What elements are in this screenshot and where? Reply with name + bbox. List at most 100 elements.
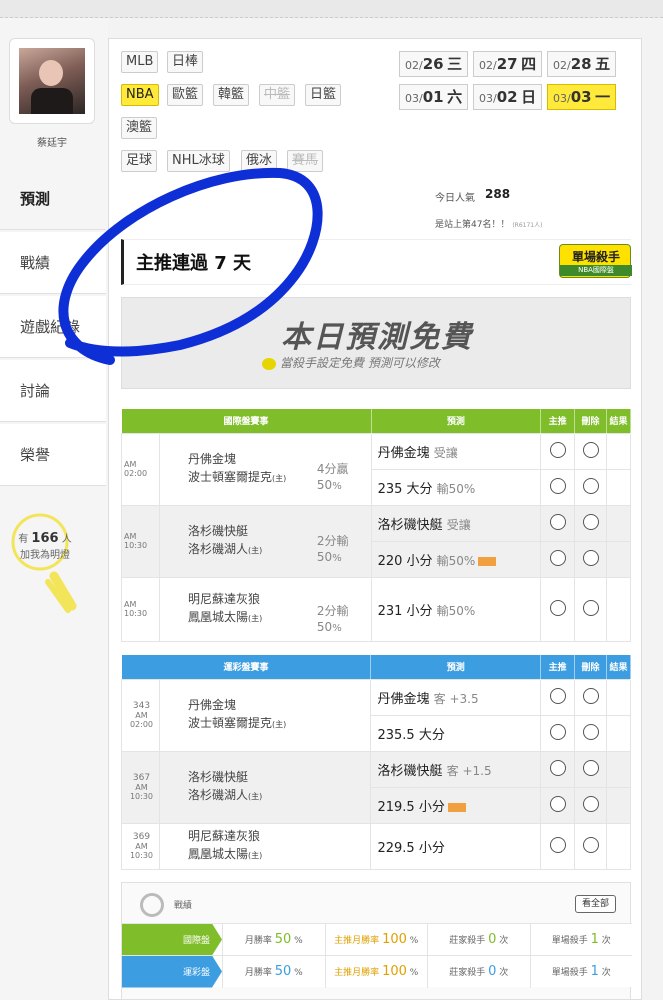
lightbulb-icon <box>11 513 77 613</box>
delete-radio[interactable] <box>582 723 599 740</box>
game-time: 367 AM 10:30 <box>121 750 160 824</box>
nav-honor[interactable]: 榮譽 <box>0 424 106 486</box>
delete-radio[interactable] <box>582 836 599 853</box>
prediction-cell: 219.5 小分 <box>370 786 542 824</box>
league-japan-basketball[interactable]: 日籃 <box>305 84 342 106</box>
col-header: 結果 <box>606 409 631 433</box>
main-pick-radio[interactable] <box>549 795 566 812</box>
popularity-label: 今日人氣 <box>435 193 475 204</box>
game-teams: 丹佛金塊 波士頓塞爾提克(主) 4分贏 50% <box>158 432 372 506</box>
delete-radio[interactable] <box>582 441 599 458</box>
avatar[interactable] <box>19 48 85 114</box>
main-pick-radio[interactable] <box>549 549 566 566</box>
prediction-cell: 洛杉磯快艇 客 +1.5 <box>370 750 542 788</box>
prediction-cell: 231 小分 輸50% <box>370 576 542 642</box>
date-0301[interactable]: 03/01 六 <box>399 84 469 110</box>
date-0228[interactable]: 02/28 五 <box>547 51 617 77</box>
delete-radio[interactable] <box>582 477 599 494</box>
hot-tag-icon <box>447 802 466 812</box>
single-killer: 單場殺手 1 次 <box>529 923 633 956</box>
col-header: 主推 <box>540 655 576 679</box>
killer-badge: 單場殺手 NBA國際盤 <box>559 244 632 278</box>
col-header: 刪除 <box>574 409 607 433</box>
league-nba[interactable]: NBA <box>121 84 159 106</box>
game-teams: 丹佛金塊 波士頓塞爾提克(主) <box>158 678 372 752</box>
avatar-card[interactable] <box>9 38 95 124</box>
prediction-cell: 220 小分 輸50% <box>370 540 542 578</box>
fan-count: 有 166 人 加我為明燈 <box>18 531 72 561</box>
popularity-value: 288 <box>485 187 511 201</box>
col-header: 刪除 <box>574 655 607 679</box>
date-0227[interactable]: 02/27 四 <box>473 51 543 77</box>
main-pick-radio[interactable] <box>549 513 566 530</box>
game-teams: 洛杉磯快艇 洛杉磯湖人(主) <box>158 750 372 824</box>
bulb-icon <box>262 357 276 370</box>
lottery-prediction-table: 運彩盤賽事 預測 主推 刪除 結果 343 AM 02:00 丹佛金塊 波士頓塞爾提克(主)… <box>121 655 631 870</box>
date-0302[interactable]: 03/02 日 <box>473 84 543 110</box>
col-header: 運彩盤賽事 <box>121 655 372 679</box>
main-pick-radio[interactable] <box>549 759 566 776</box>
target-icon <box>140 893 164 917</box>
game-time: AM 10:30 <box>121 576 160 642</box>
hot-tag-icon <box>478 556 497 566</box>
league-mlb[interactable]: MLB <box>121 51 159 73</box>
site-rank: 是站上第47名！！ (R6171人) <box>435 220 543 230</box>
single-killer: 單場殺手 1 次 <box>529 955 633 988</box>
league-russia-hockey[interactable]: 俄冰 <box>241 150 278 172</box>
delete-radio[interactable] <box>582 549 599 566</box>
league-euro-basketball[interactable]: 歐籃 <box>167 84 204 106</box>
free-prediction-banner: 本日預測免費 當殺手設定免費 預測可以修改 <box>121 297 631 389</box>
main-pick-radio[interactable] <box>549 441 566 458</box>
dealer-killer: 莊家殺手 0 次 <box>427 923 530 956</box>
delete-radio[interactable] <box>582 759 599 776</box>
streak-banner: 主推連過 7 天 <box>121 239 631 285</box>
delete-radio[interactable] <box>582 599 599 616</box>
table-row: 367 AM 10:30 洛杉磯快艇 洛杉磯湖人(主) 洛杉磯快艇 客 +1.5 <box>121 750 631 824</box>
main-pick-radio[interactable] <box>549 687 566 704</box>
prediction-cell: 235 大分 輸50% <box>370 468 542 506</box>
col-header: 國際盤賽事 <box>121 409 372 433</box>
nav-record[interactable]: 戰績 <box>0 232 106 294</box>
sidebar: 蔡廷宇 預測 戰績 遊戲紀錄 討論 榮譽 有 166 人 加我為明燈 <box>0 18 108 1000</box>
league-horse-racing: 賽馬 <box>287 150 324 172</box>
league-nhl[interactable]: NHL冰球 <box>167 150 230 172</box>
username: 蔡廷宇 <box>37 138 67 149</box>
delete-radio[interactable] <box>582 687 599 704</box>
stats-label: 國際盤 <box>122 923 222 956</box>
game-time: 343 AM 02:00 <box>121 678 160 752</box>
league-soccer[interactable]: 足球 <box>121 150 158 172</box>
col-header: 預測 <box>370 655 542 679</box>
monthly-win-rate: 月勝率 50 % <box>222 955 325 988</box>
league-aus-basketball[interactable]: 澳籃 <box>121 117 158 139</box>
delete-radio[interactable] <box>582 795 599 812</box>
col-header: 主推 <box>540 409 576 433</box>
game-time: AM 02:00 <box>121 432 160 506</box>
col-header: 結果 <box>606 655 631 679</box>
fan-bulb[interactable]: 有 166 人 加我為明燈 <box>10 510 80 630</box>
main-pick-radio[interactable] <box>549 477 566 494</box>
main-pick-win-rate: 主推月勝率 100 % <box>324 923 428 956</box>
main-pick-radio[interactable] <box>549 836 566 853</box>
date-0226[interactable]: 02/26 三 <box>399 51 469 77</box>
league-china-basketball: 中籃 <box>259 84 296 106</box>
nav-discuss[interactable]: 討論 <box>0 360 106 422</box>
stats-label: 運彩盤 <box>122 955 222 988</box>
game-time: 369 AM 10:30 <box>121 822 160 870</box>
nav-predict[interactable]: 預測 <box>0 168 106 230</box>
league-japan-baseball[interactable]: 日棒 <box>167 51 204 73</box>
view-all-button[interactable]: 看全部 <box>574 895 616 913</box>
nav-game-log[interactable]: 遊戲紀錄 <box>0 296 106 358</box>
table-row: AM 02:00 丹佛金塊 波士頓塞爾提克(主) 4分贏 50% 丹佛金塊 受讓 <box>121 432 631 506</box>
prediction-cell: 235.5 大分 <box>370 714 542 752</box>
col-header: 預測 <box>371 409 542 433</box>
main-pick-radio[interactable] <box>549 599 566 616</box>
main-pick-radio[interactable] <box>549 723 566 740</box>
dealer-killer: 莊家殺手 0 次 <box>427 955 530 988</box>
main-panel: MLB 日棒 NBA 歐籃 韓籃 中籃 日籃 澳籃 足球 NHL冰球 俄冰 賽馬… <box>108 38 642 1000</box>
main-pick-win-rate: 主推月勝率 100 % <box>324 955 428 988</box>
table-row: AM 10:30 明尼蘇達灰狼 鳳凰城太陽(主) 2分輸 50% 231 小分 輸5… <box>121 576 631 642</box>
delete-radio[interactable] <box>582 513 599 530</box>
date-0303[interactable]: 03/03 一 <box>547 84 617 110</box>
monthly-win-rate: 月勝率 50 % <box>222 923 325 956</box>
league-korea-basketball[interactable]: 韓籃 <box>213 84 250 106</box>
